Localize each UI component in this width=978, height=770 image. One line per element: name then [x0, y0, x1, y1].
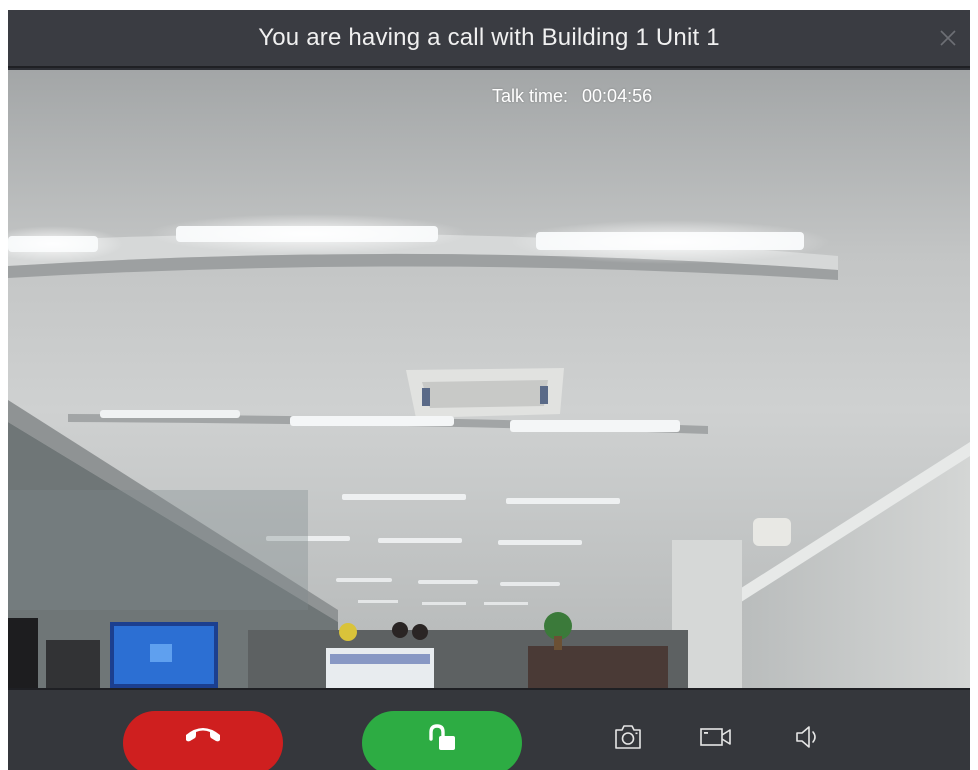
talk-time-label: Talk time: [492, 86, 569, 106]
call-window: You are having a call with Building 1 Un… [8, 10, 970, 770]
volume-button[interactable] [788, 717, 828, 757]
unlock-button[interactable] [362, 711, 522, 770]
talk-time-value: 00:04:56 [582, 86, 653, 106]
camera-feed-image [8, 70, 970, 688]
close-icon [940, 30, 956, 46]
speaker-icon [796, 726, 816, 748]
talk-time: Talk time: 00:04:56 [492, 86, 652, 107]
snapshot-button[interactable] [608, 717, 648, 757]
record-button[interactable] [696, 717, 736, 757]
phone-hangup-icon [186, 728, 220, 742]
video-feed: Talk time: 00:04:56 [8, 70, 970, 688]
close-button[interactable] [930, 20, 966, 56]
title-bar: You are having a call with Building 1 Un… [8, 10, 970, 68]
video-record-icon [700, 728, 731, 746]
window-title: You are having a call with Building 1 Un… [258, 24, 720, 51]
unlock-icon [429, 724, 455, 750]
call-controls [8, 688, 970, 770]
hangup-button[interactable] [123, 711, 283, 770]
camera-icon [615, 725, 641, 749]
